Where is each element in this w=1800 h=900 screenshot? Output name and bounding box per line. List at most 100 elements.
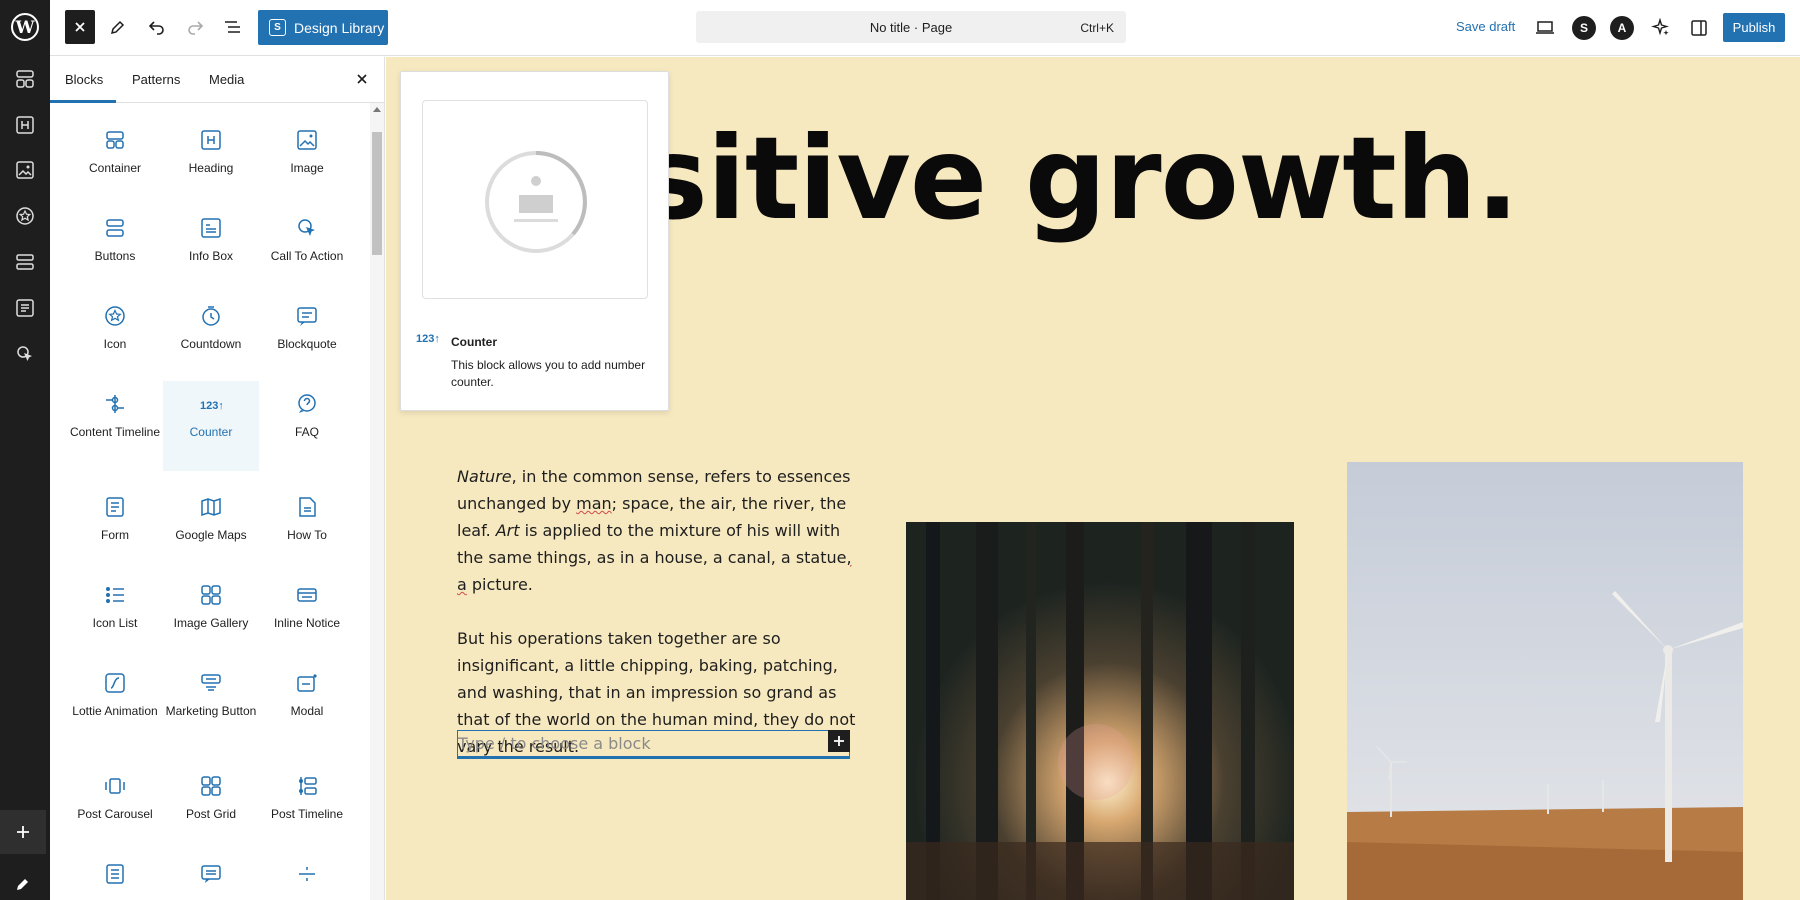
block-item-image[interactable]: Image: [259, 117, 355, 197]
block-item-post-timeline[interactable]: Post Timeline: [259, 763, 355, 843]
block-item-label: Container: [88, 161, 142, 175]
block-item-label: Google Maps: [175, 528, 247, 542]
heading-icon[interactable]: [8, 108, 42, 142]
italic-text: Art: [495, 521, 520, 540]
command-palette-bar[interactable]: No title · Page Ctrl+K: [696, 11, 1126, 43]
command-shortcut: Ctrl+K: [1080, 21, 1114, 35]
ai-sparkle-icon[interactable]: [1646, 13, 1676, 43]
tab-media[interactable]: Media: [209, 72, 244, 87]
forest-image[interactable]: [906, 522, 1294, 900]
block-item-counter[interactable]: 123↑ Counter: [163, 381, 259, 471]
settings-sidebar-icon[interactable]: [1684, 13, 1714, 43]
save-draft-button[interactable]: Save draft: [1456, 19, 1515, 34]
post-timeline-icon: [296, 775, 318, 797]
redo-button[interactable]: [178, 10, 212, 44]
preview-device-icon[interactable]: [1530, 13, 1560, 43]
block-placeholder: Type / to choose a block: [458, 734, 651, 753]
list-icon[interactable]: [8, 245, 42, 279]
block-item-container[interactable]: Container: [67, 117, 163, 197]
block-item-label: Info Box: [188, 249, 234, 263]
notice-icon: [296, 584, 318, 606]
block-item-how-to[interactable]: How To: [259, 484, 355, 564]
block-item-countdown[interactable]: Countdown: [163, 293, 259, 373]
block-item-separator[interactable]: [259, 851, 355, 900]
document-overview-button[interactable]: [216, 10, 250, 44]
undo-button[interactable]: [140, 10, 174, 44]
spectra-settings-button[interactable]: S: [1569, 13, 1599, 43]
design-library-button[interactable]: S Design Library: [258, 10, 388, 45]
block-item-google-maps[interactable]: Google Maps: [163, 484, 259, 564]
block-item-post-carousel[interactable]: Post Carousel: [67, 763, 163, 843]
preview-title: Counter: [451, 335, 497, 349]
pencil-icon[interactable]: [0, 870, 44, 900]
price-list-icon: [104, 863, 126, 885]
add-block-button[interactable]: [828, 730, 850, 752]
heading-icon: [200, 129, 222, 151]
block-item-call-to-action[interactable]: Call To Action: [259, 205, 355, 285]
block-item-image-gallery[interactable]: Image Gallery: [163, 572, 259, 652]
block-item-heading[interactable]: Heading: [163, 117, 259, 197]
svg-text:W: W: [14, 18, 35, 38]
block-item-label: Counter: [189, 425, 233, 439]
close-icon[interactable]: [350, 67, 374, 91]
block-item-icon[interactable]: Icon: [67, 293, 163, 373]
form-icon: [104, 496, 126, 518]
editor-toolbar: S Design Library No title · Page Ctrl+K …: [50, 0, 1800, 56]
layout-icon[interactable]: [8, 62, 42, 96]
block-item-form[interactable]: Form: [67, 484, 163, 564]
add-button[interactable]: [0, 810, 46, 854]
block-item-label: How To: [287, 528, 327, 542]
modal-icon: [296, 672, 318, 694]
wordpress-icon[interactable]: W: [5, 7, 45, 47]
call-to-action-icon: [296, 217, 318, 239]
preview-description: This block allows you to add number coun…: [451, 358, 646, 389]
block-item-label: Image Gallery: [173, 616, 249, 630]
block-preview-image: [422, 100, 648, 299]
block-item-blockquote[interactable]: Blockquote: [259, 293, 355, 373]
how-to-icon: [296, 496, 318, 518]
info-box-icon: [200, 217, 222, 239]
block-item-label: Image: [290, 161, 324, 175]
block-item-icon-list[interactable]: Icon List: [67, 572, 163, 652]
post-grid-icon: [200, 775, 222, 797]
block-item-review[interactable]: [163, 851, 259, 900]
cursor-click-icon[interactable]: [8, 337, 42, 371]
block-item-price-list[interactable]: [67, 851, 163, 900]
countdown-icon: [200, 305, 222, 327]
close-inserter-button[interactable]: [65, 10, 95, 44]
faq-icon: [296, 393, 318, 415]
image-icon: [296, 129, 318, 151]
lottie-icon: [104, 672, 126, 694]
block-item-label: Countdown: [180, 337, 242, 351]
map-icon: [200, 496, 222, 518]
block-item-label: Marketing Button: [165, 704, 257, 718]
wind-turbines-image[interactable]: [1347, 462, 1743, 900]
page-heading[interactable]: sitive growth.: [640, 112, 1519, 245]
tools-pencil-button[interactable]: [101, 10, 135, 44]
inserter-tabs: Blocks Patterns Media: [50, 57, 384, 103]
scroll-up-arrow-icon[interactable]: [373, 107, 381, 112]
icon-list-icon: [104, 584, 126, 606]
block-item-label: Modal: [290, 704, 324, 718]
block-item-modal[interactable]: Modal: [259, 660, 355, 750]
block-item-inline-notice[interactable]: Inline Notice: [259, 572, 355, 652]
scrollbar-thumb[interactable]: [372, 132, 382, 255]
block-item-content-timeline[interactable]: Content Timeline: [67, 381, 163, 471]
publish-button[interactable]: Publish: [1723, 13, 1785, 42]
block-item-marketing-button[interactable]: Marketing Button: [163, 660, 259, 750]
tab-blocks[interactable]: Blocks: [65, 72, 103, 87]
tab-patterns[interactable]: Patterns: [132, 72, 180, 87]
spectra-logo-icon: S: [269, 19, 286, 36]
paragraph-1[interactable]: Nature, in the common sense, refers to e…: [457, 463, 857, 598]
astra-settings-button[interactable]: A: [1607, 13, 1637, 43]
image-icon[interactable]: [8, 153, 42, 187]
review-icon: [200, 863, 222, 885]
document-icon[interactable]: [8, 291, 42, 325]
block-item-info-box[interactable]: Info Box: [163, 205, 259, 285]
block-item-faq[interactable]: FAQ: [259, 381, 355, 471]
badge-icon[interactable]: [8, 199, 42, 233]
block-item-post-grid[interactable]: Post Grid: [163, 763, 259, 843]
block-item-buttons[interactable]: Buttons: [67, 205, 163, 285]
empty-block-input[interactable]: Type / to choose a block: [457, 730, 850, 759]
block-item-lottie-animation[interactable]: Lottie Animation: [67, 660, 163, 750]
